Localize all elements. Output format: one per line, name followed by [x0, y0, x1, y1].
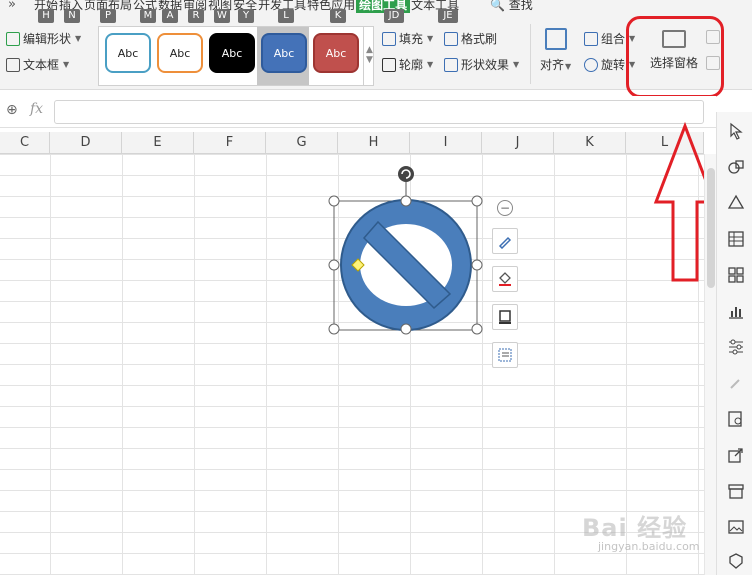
- outline-button[interactable]: 轮廓 ▼: [382, 56, 433, 73]
- grid-apps-icon[interactable]: [727, 266, 745, 284]
- watermark-url: jingyan.baidu.com: [598, 540, 700, 553]
- column-header-g[interactable]: G: [266, 132, 338, 154]
- fill-button[interactable]: 填充 ▼: [382, 30, 433, 47]
- picture-icon[interactable]: [727, 518, 745, 536]
- keytip: JE: [438, 9, 458, 23]
- brush-icon: [498, 236, 512, 249]
- fill-bucket-icon: [499, 272, 511, 286]
- style-swatch-black[interactable]: Abc: [209, 33, 255, 73]
- rotate-handle-icon: [398, 166, 414, 182]
- style-swatch-blue[interactable]: Abc: [261, 33, 307, 73]
- column-headers: C D E F G H I J K L: [0, 132, 704, 154]
- scroll-thumb[interactable]: [707, 168, 715, 288]
- align-button[interactable]: 对齐▼: [540, 28, 571, 73]
- watermark-logo: Bai 经验: [582, 514, 688, 542]
- text-wrap-quick-button[interactable]: [492, 342, 518, 368]
- style-swatch-outline-blue[interactable]: Abc: [105, 33, 151, 73]
- shape-effect-button[interactable]: 形状效果 ▼: [444, 56, 519, 73]
- align-icon: [544, 28, 567, 50]
- column-header-h[interactable]: H: [338, 132, 410, 154]
- edit-shape-label: 编辑形状: [23, 32, 72, 46]
- column-header-c[interactable]: C: [0, 132, 50, 154]
- style-swatch-outline-orange[interactable]: Abc: [157, 33, 203, 73]
- keytip: N: [64, 9, 80, 23]
- edit-shape-button[interactable]: 编辑形状 ▼: [6, 30, 81, 47]
- keytip: L: [278, 9, 294, 23]
- table-icon[interactable]: [727, 230, 745, 248]
- edit-shape-icon: [6, 31, 20, 46]
- column-header-e[interactable]: E: [122, 132, 194, 154]
- format-painter-label: 格式刷: [461, 32, 498, 46]
- fill-panel-icon[interactable]: [727, 194, 745, 212]
- fill-icon: [382, 31, 396, 46]
- shape-effect-label: 形状效果: [461, 58, 510, 72]
- chart-icon[interactable]: [727, 302, 745, 320]
- keytip: A: [162, 9, 178, 23]
- shape-styles-gallery: Abc Abc Abc Abc Abc ▲ ▼: [98, 26, 374, 86]
- outline-label: 轮廓: [399, 58, 424, 72]
- style-brush-button[interactable]: [492, 228, 518, 254]
- tools-icon[interactable]: [727, 374, 745, 392]
- keytip: P: [100, 9, 116, 23]
- fill-label: 填充: [399, 32, 424, 46]
- text-box-button[interactable]: 文本框 ▼: [6, 56, 69, 73]
- fx-icon[interactable]: fx: [30, 101, 43, 117]
- keytip: Y: [238, 9, 254, 23]
- shape-effect-icon: [444, 57, 458, 72]
- sliders-icon[interactable]: [727, 338, 745, 356]
- share-icon[interactable]: [727, 446, 745, 464]
- outline-icon: [382, 57, 396, 72]
- shapes-icon[interactable]: [727, 158, 745, 176]
- rotate-label: 旋转: [601, 58, 626, 72]
- column-header-d[interactable]: D: [50, 132, 122, 154]
- outline-icon: [499, 310, 511, 324]
- column-header-k[interactable]: K: [554, 132, 626, 154]
- cursor-icon[interactable]: [727, 122, 745, 140]
- group-label: 组合: [601, 32, 626, 46]
- rotate-icon: [584, 57, 598, 72]
- outline-quick-button[interactable]: [492, 304, 518, 330]
- archive-icon[interactable]: [727, 482, 745, 500]
- text-wrap-icon: [498, 348, 512, 362]
- image-search-icon[interactable]: [727, 410, 745, 428]
- keytip: R: [188, 9, 204, 23]
- zoom-icon[interactable]: ⊕: [6, 102, 18, 118]
- column-header-j[interactable]: J: [482, 132, 554, 154]
- formula-bar: ⊕ fx: [0, 96, 716, 128]
- format-painter-icon: [444, 31, 458, 46]
- keytip: K: [330, 9, 346, 23]
- vertical-scrollbar[interactable]: [704, 154, 716, 575]
- text-box-label: 文本框: [23, 58, 60, 72]
- style-swatch-red[interactable]: Abc: [313, 33, 359, 73]
- fill-quick-button[interactable]: [492, 266, 518, 292]
- annotation-highlight-box: [626, 16, 724, 98]
- collapse-icon[interactable]: −: [497, 200, 513, 216]
- column-header-f[interactable]: F: [194, 132, 266, 154]
- styles-more-button[interactable]: ▲ ▼: [363, 27, 375, 85]
- shield-icon[interactable]: [727, 552, 745, 570]
- text-box-icon: [6, 57, 20, 72]
- formula-input[interactable]: [54, 100, 704, 124]
- format-painter-button[interactable]: 格式刷: [444, 30, 497, 47]
- keytip: JD: [384, 9, 404, 23]
- group-icon: [584, 31, 598, 46]
- right-sidebar: [716, 112, 752, 575]
- keytip: M: [140, 9, 156, 23]
- align-label: 对齐: [540, 58, 565, 72]
- keytip: H: [38, 9, 54, 23]
- ribbon-separator: [530, 24, 531, 84]
- column-header-i[interactable]: I: [410, 132, 482, 154]
- keytip: W: [214, 9, 230, 23]
